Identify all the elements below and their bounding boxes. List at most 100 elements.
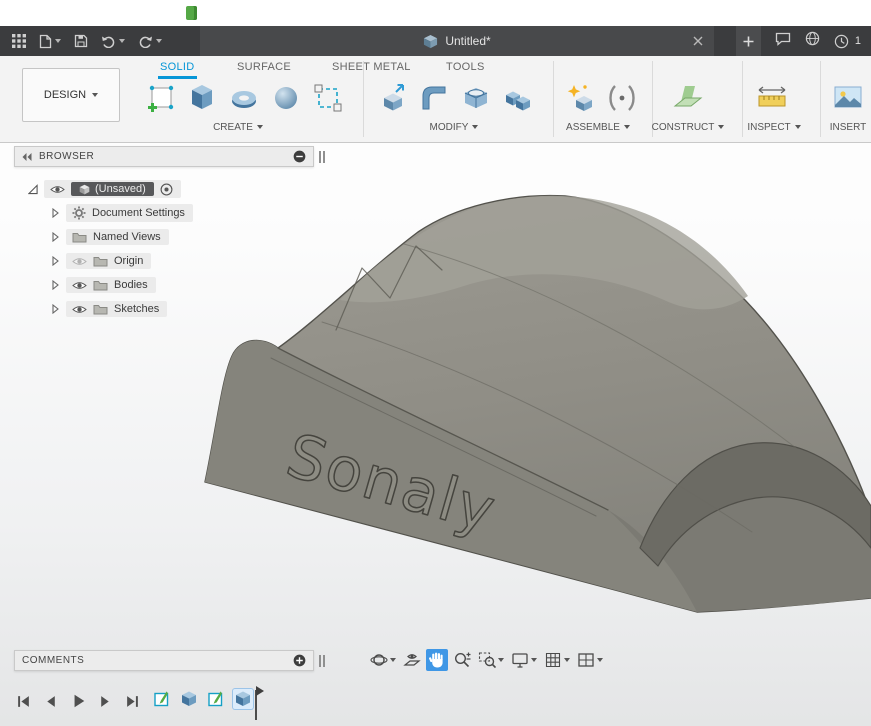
gear-icon	[72, 206, 86, 220]
tab-surface[interactable]: SURFACE	[235, 59, 293, 76]
browser-panel-header[interactable]: BROWSER	[14, 146, 314, 167]
joint-button[interactable]	[602, 78, 642, 118]
expand-icon[interactable]	[50, 280, 60, 290]
bookmark-icon	[186, 6, 197, 20]
skip-start-icon	[16, 694, 31, 709]
tree-item-label: Origin	[114, 255, 143, 267]
close-tab-button[interactable]	[691, 34, 704, 47]
timeline-extrude-feature[interactable]	[179, 689, 199, 709]
viewports-button[interactable]	[575, 649, 605, 671]
step-forward-button[interactable]	[98, 694, 113, 709]
zoom-button[interactable]	[451, 649, 473, 671]
document-tab-title: Untitled*	[445, 34, 490, 48]
tab-tools[interactable]: TOOLS	[444, 59, 487, 76]
expand-icon[interactable]	[50, 304, 60, 314]
comments-toggle-button[interactable]	[775, 32, 791, 51]
orbit-icon	[370, 651, 388, 669]
new-tab-button[interactable]	[736, 26, 761, 56]
panel-minimize-button[interactable]	[293, 150, 306, 163]
document-tab[interactable]: Untitled*	[200, 26, 714, 56]
group-construct[interactable]: CONSTRUCT	[636, 120, 740, 134]
activate-component-icon[interactable]	[160, 183, 173, 196]
visibility-eye-icon[interactable]	[72, 304, 87, 315]
add-comment-button[interactable]	[293, 654, 306, 667]
tab-solid[interactable]: SOLID	[158, 59, 197, 79]
timeline-playback-controls	[16, 693, 140, 709]
app-grid-menu-button[interactable]	[12, 34, 26, 48]
undo-icon	[101, 35, 116, 48]
primitive-box-button[interactable]	[308, 78, 348, 118]
construct-plane-button[interactable]	[668, 78, 708, 118]
group-insert[interactable]: INSERT	[818, 120, 871, 134]
play-button[interactable]	[70, 693, 86, 709]
new-component-button[interactable]	[560, 78, 600, 118]
create-sketch-button[interactable]	[140, 78, 180, 118]
visibility-eye-icon[interactable]	[72, 280, 87, 291]
step-back-button[interactable]	[43, 694, 58, 709]
comments-panel-grip[interactable]	[319, 655, 325, 667]
zoom-window-icon	[478, 651, 496, 669]
collapse-panel-icon[interactable]	[22, 153, 32, 161]
go-to-start-button[interactable]	[16, 694, 31, 709]
timeline-extrude-feature[interactable]	[233, 689, 253, 709]
combine-icon	[502, 82, 534, 114]
sphere-button[interactable]	[266, 78, 306, 118]
group-modify[interactable]: MODIFY	[366, 120, 542, 134]
play-icon	[70, 693, 86, 709]
tree-row-origin[interactable]: Origin	[14, 250, 151, 272]
expand-icon[interactable]	[28, 184, 38, 195]
display-settings-button[interactable]	[509, 649, 539, 671]
file-menu-button[interactable]	[39, 34, 61, 49]
visibility-eye-icon[interactable]	[50, 184, 65, 195]
tree-row-sketches[interactable]: Sketches	[14, 298, 167, 320]
zoom-icon	[453, 651, 471, 669]
go-to-end-button[interactable]	[125, 694, 140, 709]
timeline-position-marker[interactable]	[252, 686, 264, 722]
tree-row-document-settings[interactable]: Document Settings	[14, 202, 193, 224]
tab-sheet-metal[interactable]: SHEET METAL	[330, 59, 413, 76]
comments-panel-header[interactable]: COMMENTS	[14, 650, 314, 671]
workspace-label: DESIGN	[44, 89, 86, 101]
titlebar: Untitled* 1	[0, 26, 871, 56]
expand-icon[interactable]	[50, 208, 60, 218]
look-at-button[interactable]	[401, 649, 423, 671]
root-document-label: (Unsaved)	[95, 183, 146, 195]
help-button[interactable]	[805, 31, 820, 51]
expand-icon[interactable]	[50, 232, 60, 242]
group-create[interactable]: CREATE	[130, 120, 346, 134]
step-forward-icon	[98, 694, 113, 709]
save-button[interactable]	[74, 34, 88, 48]
tree-item-label: Bodies	[114, 279, 148, 291]
job-status-button[interactable]	[834, 34, 849, 49]
extrude-button[interactable]	[182, 78, 222, 118]
insert-image-button[interactable]	[828, 78, 868, 118]
tree-row-root[interactable]: (Unsaved)	[14, 178, 181, 200]
tree-row-named-views[interactable]: Named Views	[14, 226, 169, 248]
extrude-feature-icon	[234, 690, 252, 708]
comments-title: COMMENTS	[22, 655, 286, 666]
root-document-badge[interactable]: (Unsaved)	[71, 182, 154, 196]
fillet-button[interactable]	[414, 78, 454, 118]
timeline-sketch-feature[interactable]	[152, 689, 172, 709]
group-inspect[interactable]: INSPECT	[726, 120, 822, 134]
timeline-sketch-feature[interactable]	[206, 689, 226, 709]
timeline-bar	[0, 684, 871, 726]
revolve-button[interactable]	[224, 78, 264, 118]
orbit-button[interactable]	[368, 649, 398, 671]
zoom-window-button[interactable]	[476, 649, 506, 671]
browser-panel-grip[interactable]	[319, 151, 325, 163]
redo-button[interactable]	[138, 35, 162, 48]
measure-button[interactable]	[752, 78, 792, 118]
expand-icon[interactable]	[50, 256, 60, 266]
press-pull-button[interactable]	[372, 78, 412, 118]
shell-button[interactable]	[456, 78, 496, 118]
group-assemble[interactable]: ASSEMBLE	[548, 120, 648, 134]
combine-button[interactable]	[498, 78, 538, 118]
tree-row-bodies[interactable]: Bodies	[14, 274, 156, 296]
workspace-selector-button[interactable]: DESIGN	[22, 68, 120, 122]
pan-button[interactable]	[426, 649, 448, 671]
undo-button[interactable]	[101, 35, 125, 48]
grid-snaps-button[interactable]	[542, 649, 572, 671]
sketch-feature-icon	[153, 690, 171, 708]
visibility-eye-off-icon[interactable]	[72, 256, 87, 267]
